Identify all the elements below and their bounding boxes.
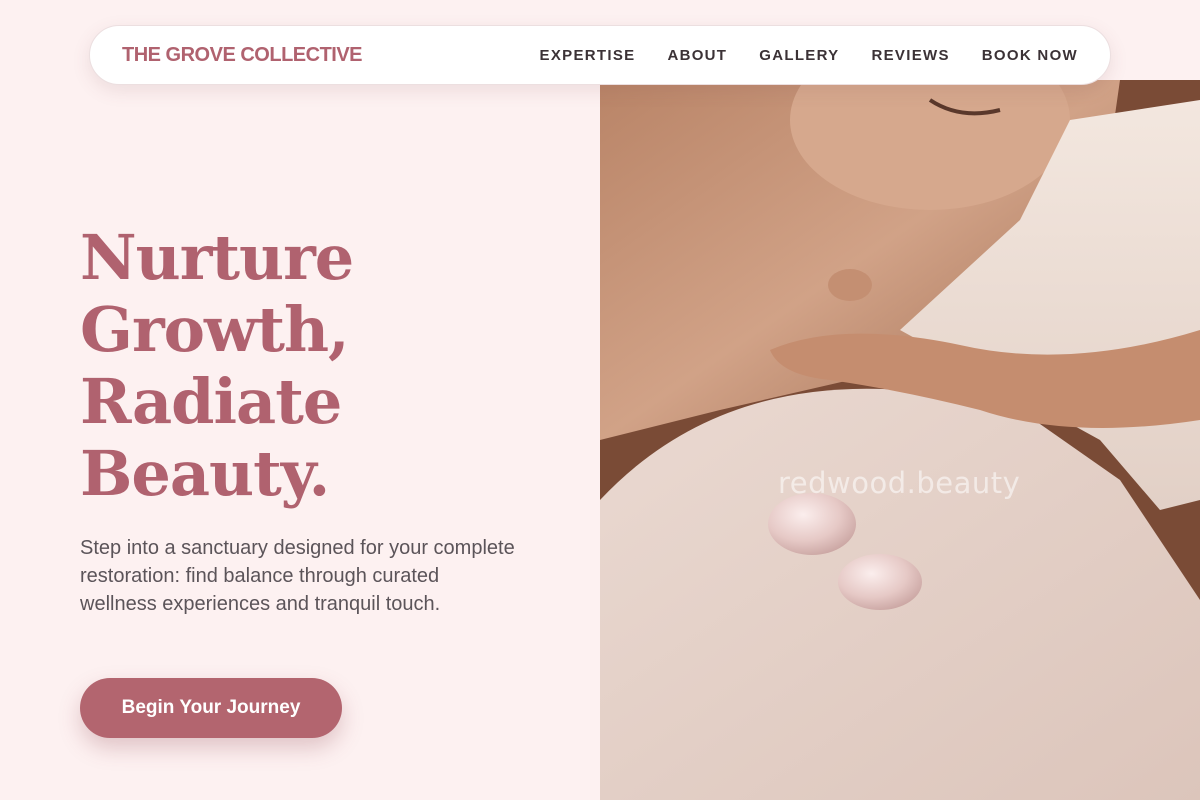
headline-line: Nurture (80, 221, 354, 294)
nav-link-book-now[interactable]: BOOK NOW (982, 47, 1078, 64)
hero-description: Step into a sanctuary designed for your … (80, 537, 515, 615)
nav-link-about[interactable]: ABOUT (667, 47, 727, 64)
brand-logo[interactable]: THE GROVE COLLECTIVE (122, 44, 363, 67)
nav-link-expertise[interactable]: EXPERTISE (540, 47, 636, 64)
nav-links: EXPERTISE ABOUT GALLERY REVIEWS BOOK NOW (540, 47, 1078, 64)
headline-line: Radiate (80, 365, 342, 438)
hero-image: redwood.beauty (600, 80, 1200, 800)
hero-headline: Nurture Growth, Radiate Beauty. (80, 222, 540, 510)
top-navigation: THE GROVE COLLECTIVE EXPERTISE ABOUT GAL… (89, 25, 1111, 85)
headline-line: Growth, (80, 293, 350, 366)
nav-link-reviews[interactable]: REVIEWS (871, 47, 949, 64)
begin-journey-button[interactable]: Begin Your Journey (80, 678, 342, 738)
nav-link-gallery[interactable]: GALLERY (759, 47, 839, 64)
headline-line: Beauty. (80, 437, 330, 510)
hero-image-illustration (600, 80, 1200, 800)
image-watermark: redwood.beauty (778, 466, 1021, 500)
